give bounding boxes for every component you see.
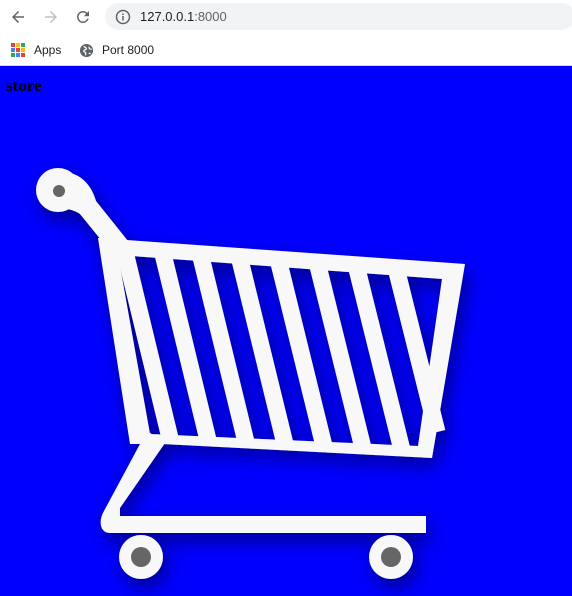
reload-button[interactable] [71, 5, 95, 29]
bookmark-port-8000[interactable]: Port 8000 [79, 39, 154, 61]
apps-grid-icon [11, 43, 25, 57]
back-button[interactable] [6, 5, 30, 29]
forward-button[interactable] [39, 5, 63, 29]
wheel-right [381, 547, 401, 567]
url-text: 127.0.0.1:8000 [140, 9, 227, 24]
url-host: 127.0.0.1 [140, 9, 195, 24]
wheel-left [131, 547, 151, 567]
page-content: store [0, 66, 572, 596]
bookmarks-bar: Apps Port 8000 [0, 33, 572, 66]
arrow-left-icon [12, 11, 24, 23]
handle-grip [53, 185, 65, 197]
info-icon[interactable] [115, 9, 131, 25]
reload-icon [77, 11, 89, 23]
bookmark-apps-label: Apps [34, 43, 62, 57]
url-port: :8000 [194, 9, 227, 24]
arrow-right-icon [45, 11, 57, 23]
bookmark-port-label: Port 8000 [102, 43, 155, 57]
address-bar[interactable]: 127.0.0.1:8000 [105, 3, 572, 30]
bookmark-apps[interactable]: Apps [11, 39, 61, 61]
browser-toolbar: 127.0.0.1:8000 [0, 0, 572, 33]
shopping-cart-icon[interactable] [0, 66, 572, 596]
globe-icon [79, 43, 94, 57]
